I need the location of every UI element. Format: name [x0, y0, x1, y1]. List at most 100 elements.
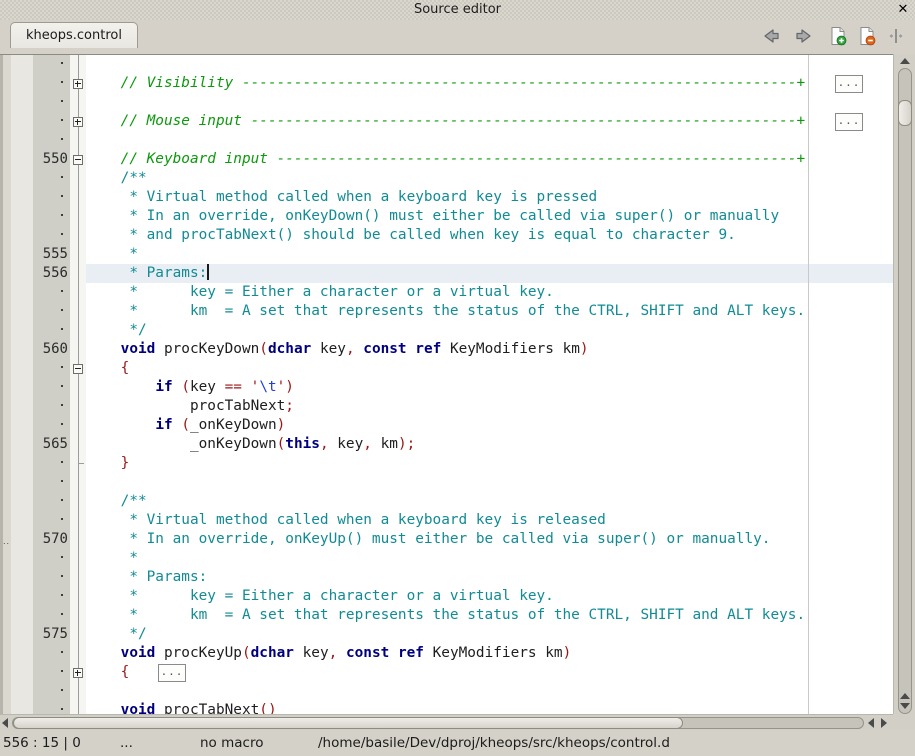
vertical-scrollbar[interactable]	[893, 54, 915, 714]
code-token	[86, 702, 121, 714]
code-line[interactable]: */	[86, 321, 893, 340]
code-token: ,	[363, 436, 372, 452]
collapsed-fold-box[interactable]: ...	[835, 113, 863, 131]
code-line[interactable]: if (key == '\t')	[86, 378, 893, 397]
code-token: km	[372, 436, 398, 452]
collapsed-fold-box[interactable]: ...	[835, 75, 863, 93]
code-token: key	[190, 379, 225, 395]
code-token: )	[580, 341, 589, 357]
code-line[interactable]: *	[86, 245, 893, 264]
split-view-button[interactable]	[886, 26, 906, 46]
vertical-scrollbar-trough[interactable]	[898, 68, 912, 714]
gutter-dot	[61, 708, 63, 710]
code-token: dchar	[268, 341, 311, 357]
fold-collapse-marker[interactable]	[73, 155, 83, 165]
code-line[interactable]: * km = A set that represents the status …	[86, 302, 893, 321]
code-line-current[interactable]: * Params:	[86, 264, 893, 283]
horizontal-scrollbar[interactable]	[0, 714, 893, 730]
scroll-left-icon[interactable]	[868, 718, 874, 728]
code-token: {	[86, 664, 129, 680]
gutter-line: 550	[33, 150, 70, 169]
code-line[interactable]	[86, 682, 893, 701]
code-editor[interactable]: ... 550555556560565570575 // Visibility …	[0, 54, 915, 714]
fold-collapse-marker[interactable]	[73, 364, 83, 374]
gutter-dot	[61, 499, 63, 501]
code-line[interactable]	[86, 473, 893, 492]
scroll-right-icon[interactable]	[881, 718, 887, 728]
code-token: // Visibility --------------------------…	[86, 75, 805, 91]
scroll-up-icon[interactable]	[900, 58, 910, 64]
code-line[interactable]: // Keyboard input ----------------------…	[86, 150, 893, 169]
horizontal-scrollbar-thumb[interactable]	[13, 717, 683, 729]
code-line[interactable]: * Virtual method called when a keyboard …	[86, 511, 893, 530]
gutter-line	[33, 587, 70, 606]
code-token: ()	[259, 702, 276, 714]
fold-row	[70, 264, 86, 283]
tab-kheops-control[interactable]: kheops.control	[10, 22, 138, 48]
code-token: const	[346, 645, 389, 661]
code-text-area[interactable]: // Visibility --------------------------…	[86, 55, 893, 714]
fold-row	[70, 473, 86, 492]
code-line[interactable]: * In an override, onKeyDown() must eithe…	[86, 207, 893, 226]
fold-row	[70, 55, 86, 74]
code-line[interactable]: void procKeyUp(dchar key, const ref KeyM…	[86, 644, 893, 663]
code-token: * Virtual method called when a keyboard …	[86, 512, 606, 528]
fold-expand-marker[interactable]	[73, 79, 83, 89]
code-token	[86, 379, 155, 395]
code-line[interactable]: // Mouse input -------------------------…	[86, 112, 893, 131]
code-line[interactable]: /**	[86, 169, 893, 188]
code-token: void	[121, 645, 156, 661]
code-token: ,	[320, 436, 329, 452]
code-line[interactable]: */	[86, 625, 893, 644]
code-line[interactable]: * Params:	[86, 568, 893, 587]
code-line[interactable]	[86, 55, 893, 74]
close-icon[interactable]: ✕	[895, 1, 911, 18]
code-token: procTabNext	[86, 398, 285, 414]
code-line[interactable]: /**	[86, 492, 893, 511]
gutter-line	[33, 644, 70, 663]
code-token: \t	[259, 379, 276, 395]
scroll-up-icon[interactable]	[900, 693, 910, 699]
macro-status: no macro	[200, 730, 263, 756]
status-ellipsis: ...	[120, 730, 133, 756]
scroll-left-icon[interactable]	[2, 718, 8, 728]
scroll-down-icon[interactable]	[900, 703, 910, 709]
remove-document-button[interactable]	[857, 26, 877, 46]
code-line[interactable]: * Virtual method called when a keyboard …	[86, 188, 893, 207]
code-line[interactable]: }	[86, 454, 893, 473]
new-document-button[interactable]	[828, 26, 848, 46]
gutter-dot	[61, 518, 63, 520]
code-token: * and procTabNext() should be called whe…	[86, 227, 736, 243]
nav-back-button[interactable]	[761, 26, 781, 46]
fold-expand-marker[interactable]	[73, 668, 83, 678]
fold-expand-marker[interactable]	[73, 117, 83, 127]
code-line[interactable]: // Visibility --------------------------…	[86, 74, 893, 93]
code-line[interactable]: if (_onKeyDown)	[86, 416, 893, 435]
code-line[interactable]	[86, 131, 893, 150]
code-line[interactable]: * km = A set that represents the status …	[86, 606, 893, 625]
code-token: const	[363, 341, 406, 357]
code-token: _onKeyDown	[190, 417, 277, 433]
code-line[interactable]: void procTabNext()	[86, 701, 893, 714]
gutter-dot	[61, 176, 63, 178]
code-token	[86, 417, 155, 433]
code-token: this	[285, 436, 320, 452]
collapsed-fold-box[interactable]: ...	[158, 664, 186, 682]
code-line[interactable]: * key = Either a character or a virtual …	[86, 283, 893, 302]
code-line[interactable]: {	[86, 359, 893, 378]
code-line[interactable]	[86, 93, 893, 112]
code-line[interactable]: {...	[86, 663, 893, 682]
code-line[interactable]: * In an override, onKeyUp() must either …	[86, 530, 893, 549]
code-line[interactable]: _onKeyDown(this, key, km);	[86, 435, 893, 454]
code-line[interactable]: * key = Either a character or a virtual …	[86, 587, 893, 606]
code-line[interactable]: * and procTabNext() should be called whe…	[86, 226, 893, 245]
vertical-scrollbar-thumb[interactable]	[898, 100, 912, 126]
code-token: * key = Either a character or a virtual …	[86, 284, 554, 300]
gutter-line	[33, 169, 70, 188]
code-line[interactable]: *	[86, 549, 893, 568]
fold-row	[70, 340, 86, 359]
code-line[interactable]: procTabNext;	[86, 397, 893, 416]
code-line[interactable]: void procKeyDown(dchar key, const ref Ke…	[86, 340, 893, 359]
file-path-status: /home/basile/Dev/dproj/kheops/src/kheops…	[318, 730, 670, 756]
nav-forward-button[interactable]	[794, 26, 814, 46]
